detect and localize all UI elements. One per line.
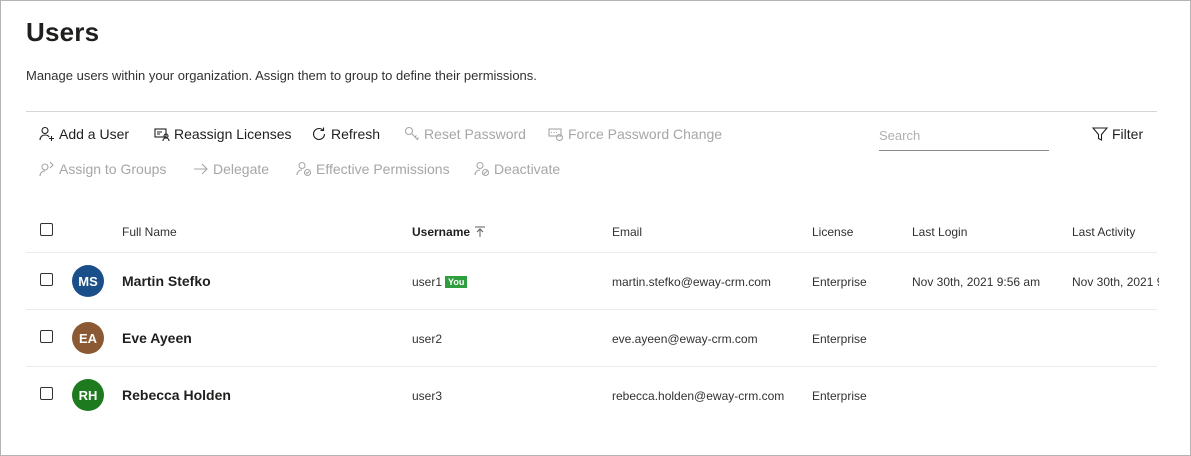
column-header-email[interactable]: Email [612,225,642,239]
delegate-button[interactable]: Delegate [193,157,269,181]
reassign-licenses-button[interactable]: Reassign Licenses [154,122,292,146]
header-row-divider [26,252,1157,253]
row-checkbox[interactable] [40,273,53,286]
add-user-icon [39,126,54,141]
add-user-button[interactable]: Add a User [39,122,129,146]
last-login: Nov 30th, 2021 9:56 am [912,275,1041,289]
last-activity: Nov 30th, 2021 9:56 am [1072,275,1159,289]
refresh-label: Refresh [331,126,381,142]
column-header-last-login[interactable]: Last Login [912,225,967,239]
username-cell: user1 You [412,275,468,289]
refresh-button[interactable]: Refresh [311,122,380,146]
you-badge: You [445,276,468,288]
reset-password-button[interactable]: Reset Password [404,122,526,146]
column-label: Email [612,225,643,239]
column-label: Last Login [912,225,968,239]
filter-icon [1092,127,1108,141]
email: eve.ayeen@eway-crm.com [612,332,758,346]
users-page: Users Manage users within your organizat… [0,0,1191,456]
effective-permissions-label: Effective Permissions [316,161,450,177]
search-input[interactable] [879,121,1049,151]
page-title: Users [26,17,100,47]
username: user3 [412,389,443,403]
assign-to-groups-button[interactable]: Assign to Groups [39,157,166,181]
filter-label: Filter [1112,126,1144,142]
arrow-right-icon [194,163,208,175]
delegate-label: Delegate [213,161,270,177]
avatar: MS [72,265,104,297]
row-checkbox[interactable] [40,330,53,343]
filter-button[interactable]: Filter [1092,122,1143,146]
force-password-change-label: Force Password Change [568,126,723,142]
reset-password-label: Reset Password [424,126,526,142]
column-header-last-activity[interactable]: Last Activity [1072,225,1135,239]
permissions-icon [296,161,312,177]
password-field-icon [548,128,564,142]
email: martin.stefko@eway-crm.com [612,275,771,289]
add-user-label: Add a User [59,126,130,142]
email: rebecca.holden@eway-crm.com [612,389,785,403]
license: Enterprise [812,389,867,403]
key-icon [404,126,419,141]
reassign-licenses-label: Reassign Licenses [174,126,292,142]
deactivate-user-icon [474,161,490,177]
force-password-change-button[interactable]: Force Password Change [548,122,722,146]
license-card-icon [154,128,170,142]
row-divider [26,366,1157,367]
column-label: Full Name [122,225,177,239]
username: user2 [412,332,443,346]
deactivate-button[interactable]: Deactivate [474,157,560,181]
full-name: Eve Ayeen [122,330,192,346]
column-label: Username [412,225,471,239]
username: user1 [412,275,443,289]
deactivate-label: Deactivate [494,161,561,177]
avatar: RH [72,379,104,411]
effective-permissions-button[interactable]: Effective Permissions [296,157,450,181]
column-header-license[interactable]: License [812,225,853,239]
header-divider [26,111,1157,112]
full-name: Martin Stefko [122,273,211,289]
refresh-icon [312,127,326,141]
assign-group-icon [39,161,54,177]
page-subtitle: Manage users within your organization. A… [26,68,537,83]
license: Enterprise [812,332,867,346]
row-checkbox[interactable] [40,387,53,400]
select-all-checkbox[interactable] [40,223,53,236]
assign-to-groups-label: Assign to Groups [59,161,167,177]
column-label: License [812,225,854,239]
column-header-username[interactable]: Username [412,225,486,239]
license: Enterprise [812,275,867,289]
row-divider [26,309,1157,310]
column-label: Last Activity [1072,225,1136,239]
full-name: Rebecca Holden [122,387,231,403]
column-header-full-name[interactable]: Full Name [122,225,177,239]
sort-ascending-icon [475,226,486,237]
avatar: EA [72,322,104,354]
